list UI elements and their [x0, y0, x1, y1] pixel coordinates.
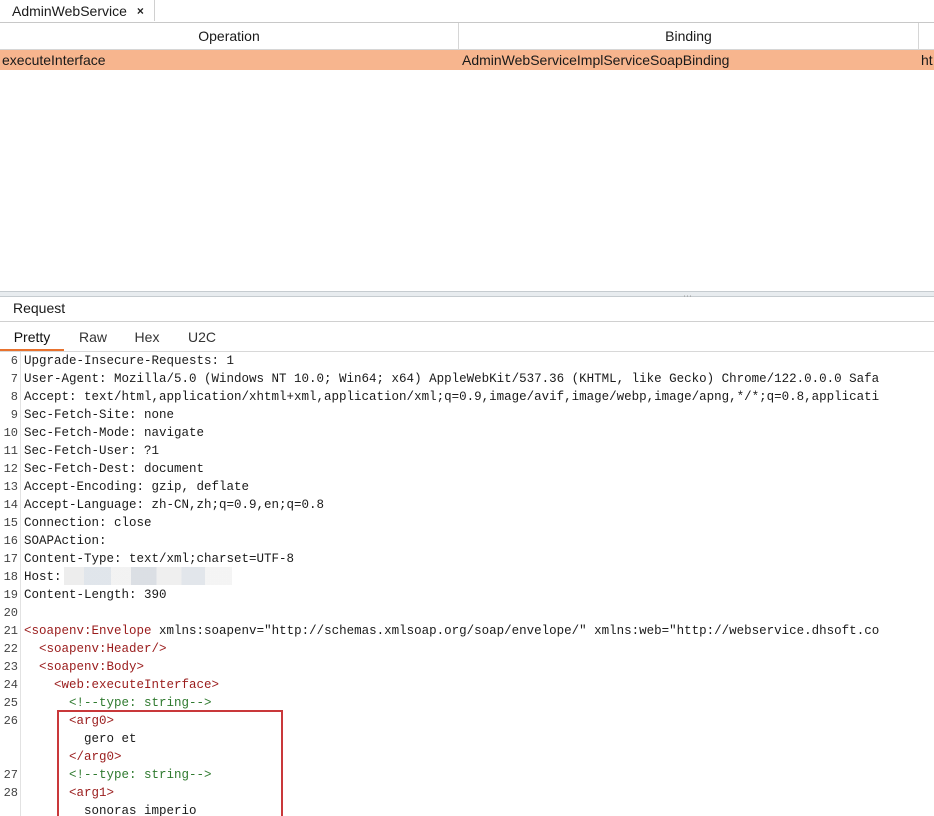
line-number: 11: [3, 444, 18, 458]
line-number: [0, 730, 18, 748]
line-number: 10: [3, 426, 18, 440]
code-line: Sec-Fetch-Dest: document: [24, 462, 205, 476]
line-number: 26: [3, 714, 18, 728]
code-line: Content-Type: text/xml;charset=UTF-8: [24, 552, 295, 566]
line-number: 12: [3, 462, 18, 476]
code-line: Sec-Fetch-Mode: navigate: [24, 426, 205, 440]
line-number: 6: [10, 354, 18, 368]
tab-hex[interactable]: Hex: [127, 322, 167, 351]
code-line: <web:executeInterface>: [54, 678, 220, 692]
code-line: User-Agent: Mozilla/5.0 (Windows NT 10.0…: [24, 372, 880, 386]
close-icon[interactable]: ×: [137, 4, 144, 18]
line-number: 25: [3, 696, 18, 710]
line-number: 9: [10, 408, 18, 422]
line-number: 19: [3, 588, 18, 602]
code-line: Content-Length: 390: [24, 588, 167, 602]
line-number: 18: [3, 570, 18, 584]
code-line: Host:: [24, 570, 62, 584]
tab-label: AdminWebService: [12, 2, 127, 19]
line-number: 21: [3, 624, 18, 638]
tab-admin-web-service[interactable]: AdminWebService ×: [0, 0, 155, 21]
line-number: 16: [3, 534, 18, 548]
redacted-host-value: [64, 567, 232, 585]
code-line: Connection: close: [24, 516, 152, 530]
table-header: Operation Binding: [0, 23, 934, 50]
cell-operation: executeInterface: [2, 52, 106, 68]
request-panel-header: Request: [0, 296, 934, 322]
line-number: 27: [3, 768, 18, 782]
line-number: 8: [10, 390, 18, 404]
code-line: Sec-Fetch-Site: none: [24, 408, 175, 422]
line-number: 17: [3, 552, 18, 566]
tab-u2c[interactable]: U2C: [180, 322, 224, 351]
line-number: 24: [3, 678, 18, 692]
line-number: 23: [3, 660, 18, 674]
request-title: Request: [13, 300, 66, 316]
line-number: 14: [3, 498, 18, 512]
line-number: 7: [10, 372, 18, 386]
line-number: 20: [3, 606, 18, 620]
code-line: <soapenv:Body>: [39, 660, 145, 674]
code-line: <soapenv:Envelope xmlns:soapenv="http://…: [24, 624, 880, 638]
tab-pretty[interactable]: Pretty: [0, 322, 64, 351]
code-line: Accept-Encoding: gzip, deflate: [24, 480, 250, 494]
column-header-binding[interactable]: Binding: [459, 23, 919, 49]
code-line: Sec-Fetch-User: ?1: [24, 444, 160, 458]
highlight-box: [57, 710, 283, 816]
code-line: Accept: text/html,application/xhtml+xml,…: [24, 390, 880, 404]
code-line: <soapenv:Header/>: [39, 642, 167, 656]
service-tab-bar: AdminWebService ×: [0, 0, 934, 23]
line-number: [0, 802, 18, 816]
table-row[interactable]: executeInterface AdminWebServiceImplServ…: [0, 50, 934, 70]
line-number: 13: [3, 480, 18, 494]
code-line: Accept-Language: zh-CN,zh;q=0.9,en;q=0.8: [24, 498, 325, 512]
code-line: Upgrade-Insecure-Requests: 1: [24, 354, 235, 368]
request-editor[interactable]: 6 Upgrade-Insecure-Requests: 1 7 User-Agent…: [0, 352, 934, 816]
line-number: 15: [3, 516, 18, 530]
request-view-tabs: Pretty Raw Hex U2C: [0, 322, 934, 352]
cell-extra: ht: [921, 52, 933, 68]
tab-raw[interactable]: Raw: [72, 322, 114, 351]
cell-binding: AdminWebServiceImplServiceSoapBinding: [462, 52, 730, 68]
line-number: 28: [3, 786, 18, 800]
line-number: [0, 748, 18, 766]
line-number: 22: [3, 642, 18, 656]
operations-table: Operation Binding executeInterface Admin…: [0, 23, 934, 70]
code-line: SOAPAction:: [24, 534, 107, 548]
column-header-operation[interactable]: Operation: [0, 23, 459, 49]
